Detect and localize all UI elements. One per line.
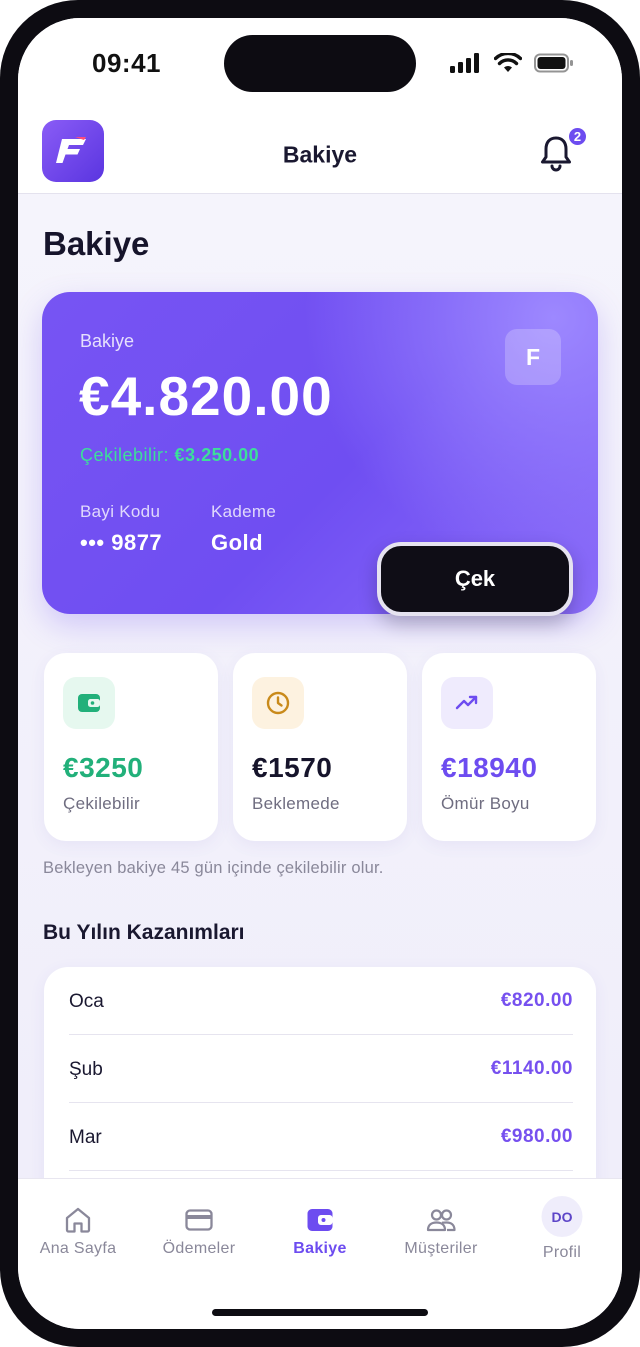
- stat-icon-box: [63, 677, 115, 729]
- stat-label: Çekilebilir: [63, 794, 140, 813]
- status-icons: [450, 53, 574, 73]
- earnings-amount: €980.00: [500, 1126, 573, 1147]
- card-icon: [185, 1209, 213, 1231]
- tier-value: Gold: [211, 530, 264, 555]
- stat-label: Ömür Boyu: [441, 794, 530, 813]
- stat-label: Beklemede: [252, 794, 340, 813]
- bottom-nav: Ana Sayfa Ödemeler Bakiye Müşteriler DO …: [18, 1178, 622, 1329]
- stat-card-lifetime: €18940 Ömür Boyu: [422, 653, 596, 841]
- trend-up-icon: [455, 695, 478, 710]
- nav-item-balance[interactable]: Bakiye: [260, 1179, 380, 1279]
- earnings-month: Şub: [69, 1059, 103, 1080]
- signal-icon: [450, 53, 479, 73]
- stat-value: €18940: [441, 752, 538, 783]
- stat-value: €3250: [63, 752, 144, 783]
- nav-label: Ana Sayfa: [39, 1240, 117, 1257]
- earnings-amount: €1140.00: [490, 1058, 573, 1079]
- tier-label: Kademe: [211, 502, 277, 521]
- notification-badge: 2: [567, 126, 588, 147]
- earnings-row: Oca €820.00: [69, 967, 573, 1035]
- home-icon: [65, 1207, 91, 1233]
- nav-item-profile[interactable]: DO Profil: [502, 1179, 622, 1279]
- wallet-icon: [78, 694, 100, 712]
- screen: 09:41 Bakiye 2 Bakiye Bakiye €4.820.00 Ç…: [18, 18, 622, 1329]
- nav-item-home[interactable]: Ana Sayfa: [18, 1179, 138, 1279]
- withdrawable-label: Çekilebilir:: [80, 445, 170, 465]
- status-bar: 09:41: [18, 18, 622, 110]
- dynamic-island: [224, 35, 416, 92]
- earnings-amount: €820.00: [500, 990, 573, 1011]
- earnings-month: Mar: [69, 1127, 102, 1148]
- stat-icon-box: [252, 677, 304, 729]
- status-time: 09:41: [92, 48, 161, 78]
- stat-icon-box: [441, 677, 493, 729]
- avatar: DO: [541, 1196, 583, 1237]
- earnings-month: Oca: [69, 991, 104, 1012]
- nav-item-payments[interactable]: Ödemeler: [139, 1179, 259, 1279]
- brand-badge: F: [505, 329, 561, 385]
- clock-icon: [266, 691, 290, 715]
- header-title: Bakiye: [282, 141, 358, 168]
- balance-amount: €4.820.00: [79, 365, 333, 427]
- home-indicator: [212, 1309, 428, 1316]
- battery-icon: [534, 53, 573, 73]
- nav-label: Ödemeler: [162, 1240, 236, 1257]
- nav-item-customers[interactable]: Müşteriler: [381, 1179, 501, 1279]
- nav-label: Profil: [542, 1244, 582, 1261]
- stat-card-pending: €1570 Beklemede: [233, 653, 407, 841]
- dealer-code-value: ••• 9877: [80, 530, 163, 555]
- stat-card-withdrawable: €3250 Çekilebilir: [44, 653, 218, 841]
- wifi-icon: [494, 53, 522, 72]
- page-title: Bakiye: [43, 225, 150, 262]
- nav-label: Müşteriler: [404, 1240, 478, 1257]
- nav-label: Bakiye: [293, 1240, 347, 1257]
- withdraw-button[interactable]: Çek: [377, 542, 573, 616]
- withdrawable-line: Çekilebilir: €3.250.00: [80, 445, 259, 466]
- app-header: Bakiye 2: [18, 110, 622, 194]
- info-note: Bekleyen bakiye 45 gün içinde çekilebili…: [43, 859, 384, 877]
- stat-value: €1570: [252, 752, 333, 783]
- withdrawable-value: €3.250.00: [174, 445, 260, 465]
- wallet-icon: [307, 1209, 333, 1231]
- users-icon: [426, 1209, 456, 1232]
- earnings-title: Bu Yılın Kazanımları: [43, 921, 245, 944]
- balance-label: Bakiye: [80, 331, 135, 351]
- dealer-code-label: Bayi Kodu: [80, 502, 161, 521]
- balance-card: Bakiye €4.820.00 Çekilebilir: €3.250.00 …: [42, 292, 598, 616]
- phone-frame: 09:41 Bakiye 2 Bakiye Bakiye €4.820.00 Ç…: [0, 0, 640, 1347]
- earnings-row: Mar €980.00: [69, 1103, 573, 1171]
- earnings-row: Şub €1140.00: [69, 1035, 573, 1103]
